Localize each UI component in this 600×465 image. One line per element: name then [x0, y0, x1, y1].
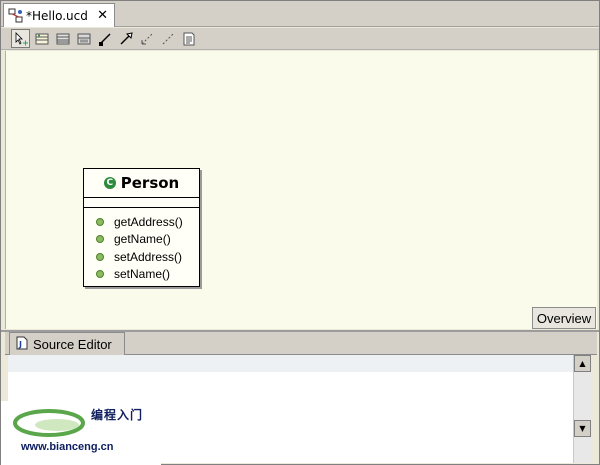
operation-row[interactable]: setName() [96, 266, 199, 284]
class-operations-compartment: getAddress() getName() setAddress() setN… [84, 208, 199, 283]
interface-tool-icon[interactable] [53, 29, 72, 48]
class-attributes-compartment [84, 198, 199, 208]
operation-label: getName() [114, 232, 171, 247]
diagram-canvas[interactable]: C Person getAddress() getName() setAddre… [5, 51, 597, 329]
editor-window: *Hello.ucd ✕ C Person getAddress() getNa… [0, 0, 600, 465]
editor-tab-bar: *Hello.ucd ✕ [1, 1, 599, 27]
operation-label: getAddress() [114, 214, 183, 229]
class-header: C Person [84, 169, 199, 198]
palette-toolbar [1, 28, 599, 50]
watermark-logo: 编程入门 www.bianceng.cn [1, 401, 161, 465]
watermark-swoosh-icon [13, 409, 85, 437]
public-method-icon [96, 252, 104, 261]
overview-button[interactable]: Overview [532, 307, 596, 329]
public-method-icon [96, 217, 104, 226]
scroll-down-icon[interactable]: ▼ [574, 420, 591, 437]
operation-row[interactable]: getAddress() [96, 213, 199, 231]
java-file-icon: J [16, 336, 28, 353]
class-stereotype-icon: C [103, 177, 116, 189]
close-icon[interactable]: ✕ [97, 9, 108, 22]
editor-tab-title: *Hello.ucd [26, 8, 88, 23]
operation-label: setName() [114, 267, 171, 282]
source-tab-bar: J Source Editor [5, 332, 597, 356]
note-tool-icon[interactable] [179, 29, 198, 48]
enum-tool-icon[interactable] [74, 29, 93, 48]
dependency-tool-icon[interactable] [137, 29, 156, 48]
uml-class-person[interactable]: C Person getAddress() getName() setAddre… [83, 168, 200, 287]
tab-source-editor[interactable]: J Source Editor [9, 332, 125, 356]
association-tool-icon[interactable] [95, 29, 114, 48]
operation-row[interactable]: setAddress() [96, 248, 199, 266]
uml-diagram-icon [8, 8, 24, 24]
svg-text:J: J [18, 340, 22, 349]
select-tool-icon[interactable] [11, 29, 30, 48]
class-name: Person [120, 174, 180, 192]
watermark-url: www.bianceng.cn [21, 441, 114, 453]
public-method-icon [96, 270, 104, 279]
source-editor-tab-label: Source Editor [33, 336, 112, 352]
editor-tab-hello-ucd[interactable]: *Hello.ucd ✕ [3, 3, 115, 27]
operation-row[interactable]: getName() [96, 231, 199, 249]
current-line-highlight [8, 355, 573, 372]
operation-label: setAddress() [114, 249, 183, 264]
vertical-scrollbar[interactable]: ▲ ▼ [573, 355, 591, 463]
generalization-tool-icon[interactable] [116, 29, 135, 48]
watermark-chinese-text: 编程入门 [91, 408, 144, 422]
public-method-icon [96, 235, 104, 244]
scroll-up-icon[interactable]: ▲ [574, 355, 591, 372]
realization-tool-icon[interactable] [158, 29, 177, 48]
class-tool-icon[interactable] [32, 29, 51, 48]
